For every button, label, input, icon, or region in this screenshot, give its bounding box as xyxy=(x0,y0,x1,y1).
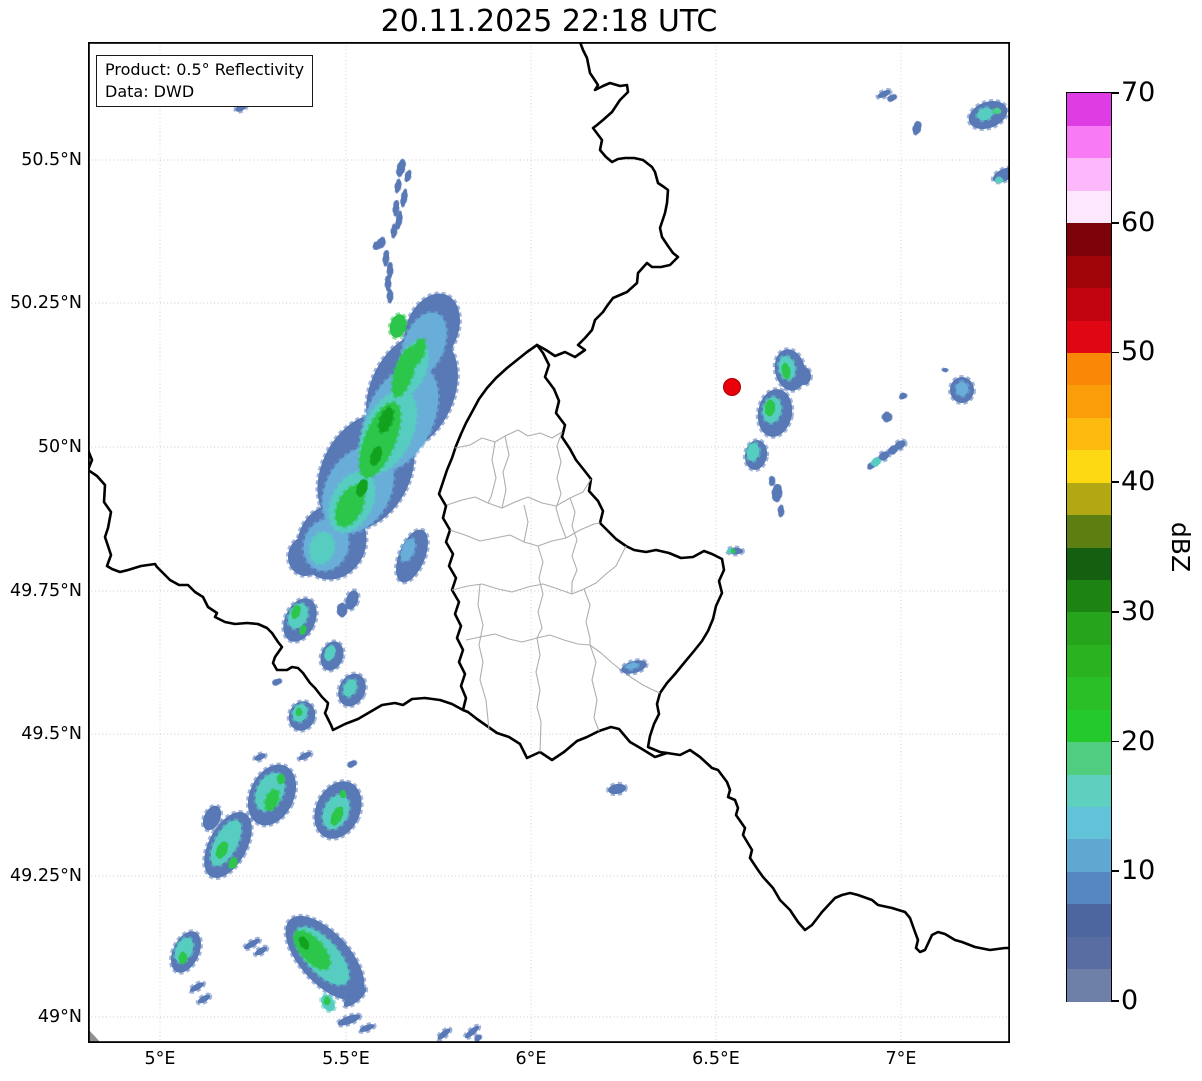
radar-echo xyxy=(777,504,785,518)
colorbar-tick-mark xyxy=(1112,481,1119,483)
colorbar-tick-mark xyxy=(1112,1000,1119,1002)
colorbar-band xyxy=(1067,190,1111,224)
radar-echo xyxy=(178,951,188,965)
colorbar-band xyxy=(1067,287,1111,321)
colorbar-band xyxy=(1067,547,1111,580)
radar-station-marker xyxy=(723,378,741,396)
lat-tick-label: 50.25°N xyxy=(10,293,82,313)
colorbar-band xyxy=(1067,482,1111,516)
radar-echo xyxy=(295,707,303,717)
colorbar-tick-mark xyxy=(1112,351,1119,354)
radar-map xyxy=(88,42,1010,1043)
colorbar-tick-label: 10 xyxy=(1121,855,1156,887)
colorbar-band xyxy=(1067,806,1111,840)
lon-tick-label: 7°E xyxy=(885,1049,917,1069)
colorbar-band xyxy=(1067,255,1111,289)
radar-echo xyxy=(730,548,736,554)
colorbar-band xyxy=(1067,352,1111,386)
radar-echo xyxy=(372,241,380,251)
colorbar-band xyxy=(1067,741,1111,775)
colorbar-band xyxy=(1067,384,1111,418)
lat-tick-label: 50.5°N xyxy=(21,150,82,170)
colorbar-band xyxy=(1067,579,1111,613)
colorbar-tick-label: 0 xyxy=(1121,985,1139,1016)
colorbar-band xyxy=(1067,222,1111,256)
colorbar-band xyxy=(1067,93,1111,126)
colorbar-tick-label: 30 xyxy=(1121,595,1156,627)
colorbar-band xyxy=(1067,417,1111,451)
lon-tick-label: 6.5°E xyxy=(692,1049,740,1069)
colorbar-tick-label: 60 xyxy=(1121,206,1156,238)
radar-echo xyxy=(339,789,347,799)
colorbar-axis-label: dBZ xyxy=(1166,521,1195,573)
radar-echo xyxy=(795,365,813,387)
radar-echo xyxy=(881,411,893,423)
colorbar-band xyxy=(1067,709,1111,743)
radar-echo xyxy=(336,602,348,618)
colorbar-band xyxy=(1067,320,1111,353)
radar-echo xyxy=(994,176,1004,184)
lon-tick-label: 6°E xyxy=(515,1049,547,1069)
radar-app-window: 20.11.2025 22:18 UTC Product: 0.5° Refle… xyxy=(0,0,1202,1081)
lat-tick-label: 49.75°N xyxy=(10,581,82,601)
colorbar-tick-label: 50 xyxy=(1121,336,1156,368)
lat-tick-label: 49°N xyxy=(37,1007,82,1027)
colorbar-band xyxy=(1067,774,1111,807)
colorbar-tick-mark xyxy=(1112,870,1119,873)
colorbar-tick-label: 20 xyxy=(1121,725,1156,757)
colorbar-band xyxy=(1067,611,1111,645)
colorbar-band xyxy=(1067,838,1111,872)
product-label: Product: 0.5° Reflectivity xyxy=(105,60,305,79)
colorbar-band xyxy=(1067,936,1111,970)
radar-echo xyxy=(954,380,970,398)
page-title: 20.11.2025 22:18 UTC xyxy=(380,4,718,39)
colorbar-band xyxy=(1067,903,1111,937)
radar-echo xyxy=(941,367,949,373)
colorbar-tick-mark xyxy=(1112,92,1119,94)
colorbar-band xyxy=(1067,644,1111,678)
data-source-label: Data: DWD xyxy=(105,81,195,101)
lat-tick-label: 50°N xyxy=(37,437,82,457)
lat-tick-label: 49.5°N xyxy=(21,724,82,744)
colorbar-band xyxy=(1067,514,1111,548)
lon-tick-label: 5°E xyxy=(144,1049,176,1069)
lat-tick-label: 49.25°N xyxy=(10,866,82,886)
lon-tick-label: 5.5°E xyxy=(322,1049,370,1069)
colorbar xyxy=(1066,92,1112,1002)
colorbar-tick-label: 70 xyxy=(1121,77,1156,108)
colorbar-band xyxy=(1067,676,1111,710)
colorbar-band xyxy=(1067,871,1111,905)
colorbar-tick-mark xyxy=(1112,221,1119,224)
colorbar-band xyxy=(1067,125,1111,159)
radar-echo xyxy=(992,107,1002,115)
radar-echo xyxy=(276,773,286,785)
radar-station-marker-layer xyxy=(723,378,741,396)
colorbar-band xyxy=(1067,157,1111,191)
colorbar-band xyxy=(1067,449,1111,483)
colorbar-tick-label: 40 xyxy=(1121,466,1156,498)
radar-echo xyxy=(323,996,331,1006)
radar-echo xyxy=(768,475,776,487)
colorbar-band xyxy=(1067,968,1111,1002)
colorbar-tick-mark xyxy=(1112,740,1119,743)
colorbar-tick-mark xyxy=(1112,611,1119,613)
radar-echo xyxy=(386,288,394,304)
product-annotation-box: Product: 0.5° Reflectivity Data: DWD xyxy=(96,55,314,108)
